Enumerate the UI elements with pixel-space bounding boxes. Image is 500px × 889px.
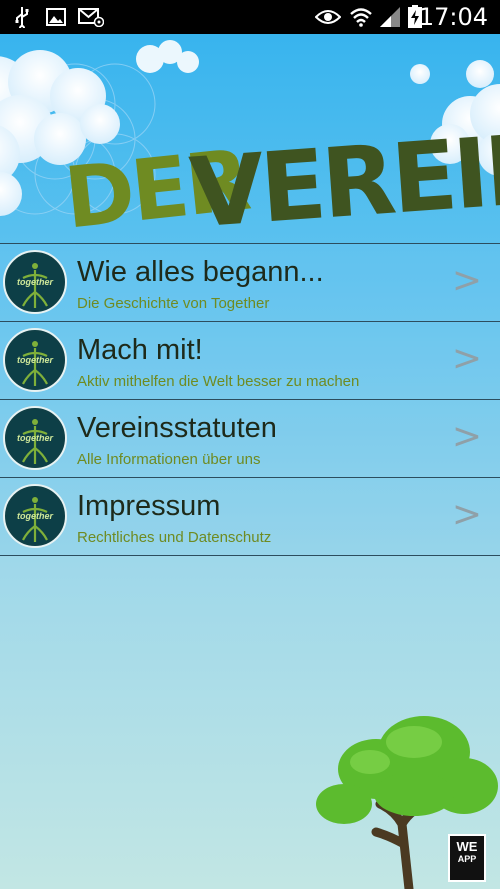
- together-logo-icon: together: [3, 250, 67, 314]
- image-icon: [45, 6, 67, 28]
- mail-icon: [78, 6, 104, 28]
- wifi-icon: [348, 6, 374, 28]
- list-item[interactable]: together Vereinsstatuten Alle Informatio…: [0, 399, 500, 477]
- chevron-right-icon: >: [451, 494, 482, 535]
- list-item-subtitle: Alle Informationen über uns: [77, 451, 261, 468]
- menu-list: together Wie alles begann... Die Geschic…: [0, 243, 500, 556]
- list-item-title: Vereinsstatuten: [77, 412, 277, 444]
- list-item-title: Mach mit!: [77, 334, 203, 366]
- list-item[interactable]: together Wie alles begann... Die Geschic…: [0, 243, 500, 321]
- list-item-title: Impressum: [77, 490, 221, 522]
- list-item-subtitle: Rechtliches und Datenschutz: [77, 529, 272, 546]
- usb-icon: [12, 6, 32, 28]
- list-item[interactable]: together Impressum Rechtliches und Daten…: [0, 477, 500, 556]
- together-logo-icon: together: [3, 406, 67, 470]
- weapp-badge: WE APP: [448, 834, 486, 882]
- signal-icon: [378, 6, 402, 28]
- svg-text:together: together: [17, 277, 53, 287]
- status-time: 17:04: [418, 3, 488, 31]
- svg-text:together: together: [17, 433, 53, 443]
- header-background: DER VEREIN: [0, 40, 500, 250]
- list-item-subtitle: Aktiv mithelfen die Welt besser zu mache…: [77, 373, 360, 390]
- weapp-line-2: APP: [457, 854, 477, 864]
- weapp-line-1: WE: [456, 839, 478, 854]
- list-item-title: Wie alles begann...: [77, 256, 324, 288]
- app-screen: DER VEREIN together Wie alles begann... …: [0, 34, 500, 889]
- chevron-right-icon: >: [451, 416, 482, 457]
- title-logo: DER VEREIN: [60, 112, 500, 250]
- chevron-right-icon: >: [451, 338, 482, 379]
- header-banner: DER VEREIN: [0, 34, 500, 250]
- status-bar: 17:04: [0, 0, 500, 34]
- together-logo-icon: together: [3, 328, 67, 392]
- svg-text:together: together: [17, 511, 53, 521]
- eye-icon: [314, 6, 342, 28]
- list-item[interactable]: together Mach mit! Aktiv mithelfen die W…: [0, 321, 500, 399]
- svg-text:together: together: [17, 355, 53, 365]
- list-item-subtitle: Die Geschichte von Together: [77, 295, 270, 312]
- chevron-right-icon: >: [451, 260, 482, 301]
- together-logo-icon: together: [3, 484, 67, 548]
